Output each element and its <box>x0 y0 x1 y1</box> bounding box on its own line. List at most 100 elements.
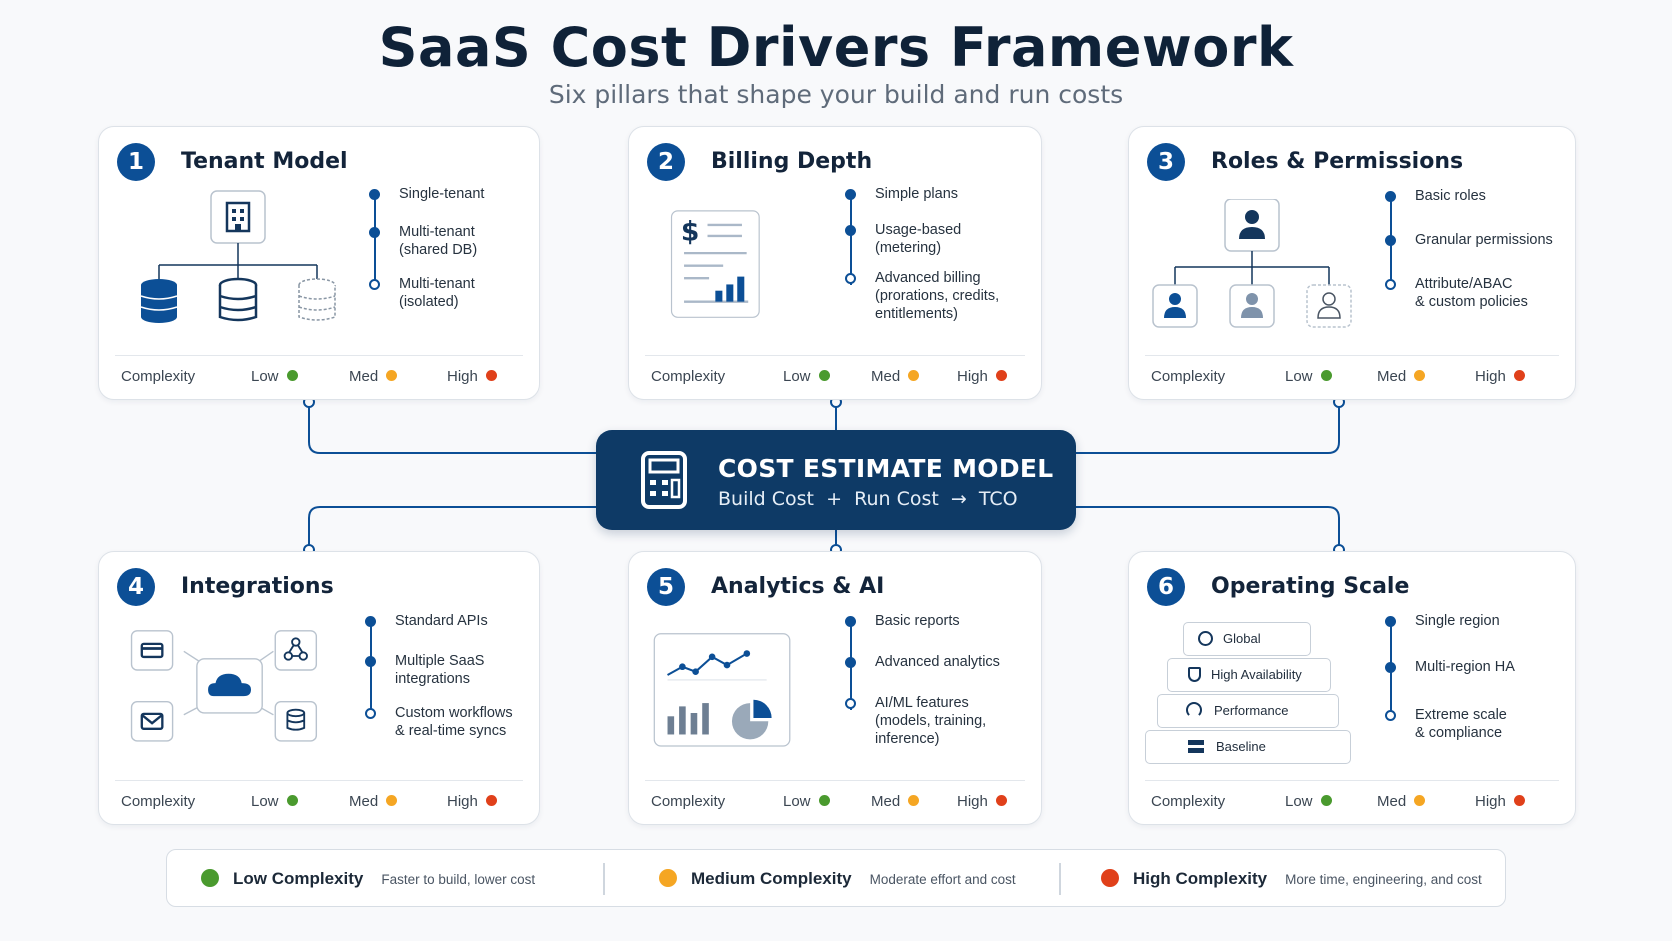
green-dot-icon <box>1320 370 1332 381</box>
legend-medium: Medium Complexity Moderate effort and cos… <box>659 850 1016 908</box>
bullet-dot <box>845 616 856 627</box>
orange-dot-icon <box>386 795 398 806</box>
bullet-dot <box>365 708 376 719</box>
bullet-item: Usage-based (metering) <box>845 221 961 257</box>
red-dot-icon <box>995 370 1007 381</box>
integrations-hub-icon <box>130 630 318 742</box>
card-title: Operating Scale <box>1211 574 1410 599</box>
complexity-footer: Complexity Low Med High <box>645 355 1025 399</box>
bullet-dot <box>369 227 380 238</box>
stack-baseline: Baseline <box>1145 730 1351 764</box>
server-icon <box>1188 740 1204 753</box>
bullet-dot <box>369 279 380 290</box>
bullet-item: Single region <box>1385 612 1500 630</box>
level-med: Med <box>1377 368 1426 385</box>
card-title: Tenant Model <box>181 149 348 174</box>
bullet-dot <box>1385 710 1396 721</box>
bullet-item: AI/ML features (models, training, infere… <box>845 694 986 748</box>
level-low: Low <box>251 793 298 810</box>
red-dot-icon <box>1513 795 1525 806</box>
red-dot-icon <box>1513 370 1525 381</box>
level-med: Med <box>349 368 398 385</box>
page-subtitle: Six pillars that shape your build and ru… <box>548 80 1124 109</box>
orange-dot-icon <box>908 795 920 806</box>
card-roles-permissions: 3 Roles & Permissions Basic roles Granul… <box>1128 126 1576 400</box>
bullet-dot <box>1385 616 1396 627</box>
center-formula: Build Cost + Run Cost → TCO <box>718 488 1018 510</box>
level-med: Med <box>349 793 398 810</box>
complexity-footer: Complexity Low Med High <box>115 780 523 824</box>
bullet-item: Custom workflows & real-time syncs <box>365 704 513 740</box>
card-number: 6 <box>1147 568 1185 606</box>
complexity-label: Complexity <box>651 793 726 810</box>
bullet-dot <box>1385 662 1396 673</box>
card-integrations: 4 Integrations Standard APIs Multiple Sa… <box>98 551 540 825</box>
bullet-dot <box>1385 235 1396 246</box>
card-analytics-ai: 5 Analytics & AI Basic reports Advanced … <box>628 551 1042 825</box>
card-tenant-model: 1 Tenant Model Single-tenant Multi-tenan… <box>98 126 540 400</box>
card-title: Roles & Permissions <box>1211 149 1464 174</box>
bullet-dot <box>845 273 856 284</box>
gauge-icon <box>1186 702 1202 718</box>
complexity-footer: Complexity Low Med High <box>645 780 1025 824</box>
complexity-footer: Complexity Low Med High <box>1145 780 1559 824</box>
stack-ha: High Availability <box>1167 658 1331 692</box>
legend-divider <box>603 863 605 895</box>
bullet-dot <box>1385 191 1396 202</box>
bullet-item: Multi-region HA <box>1385 658 1515 676</box>
green-dot-icon <box>286 370 298 381</box>
green-dot-icon <box>818 370 830 381</box>
level-med: Med <box>871 368 920 385</box>
card-number: 2 <box>647 143 685 181</box>
level-high: High <box>957 793 1007 810</box>
tenant-diagram-icon <box>140 190 336 323</box>
bullet-item: Advanced billing (prorations, credits, e… <box>845 269 999 323</box>
card-billing-depth: 2 Billing Depth $ Simple plans Usage-bas… <box>628 126 1042 400</box>
orange-dot-icon <box>659 869 677 887</box>
bullet-item: Basic reports <box>845 612 960 630</box>
level-low: Low <box>783 368 830 385</box>
roles-hierarchy-icon <box>1152 199 1352 328</box>
stack-global: Global <box>1183 622 1311 656</box>
orange-dot-icon <box>1414 795 1426 806</box>
svg-text:$: $ <box>681 217 700 248</box>
bullet-item: Standard APIs <box>365 612 488 630</box>
green-dot-icon <box>286 795 298 806</box>
green-dot-icon <box>201 869 219 887</box>
cost-estimate-model-box: COST ESTIMATE MODEL Build Cost + Run Cos… <box>596 430 1076 530</box>
bullet-dot <box>845 189 856 200</box>
level-high: High <box>957 368 1007 385</box>
center-title: COST ESTIMATE MODEL <box>718 454 1054 483</box>
bullet-item: Simple plans <box>845 185 958 203</box>
legend-low: Low Complexity Faster to build, lower cos… <box>201 850 535 908</box>
level-high: High <box>447 368 497 385</box>
level-high: High <box>1475 793 1525 810</box>
bullet-item: Attribute/ABAC & custom policies <box>1385 275 1528 311</box>
bullet-dot <box>845 698 856 709</box>
bullet-dot <box>365 656 376 667</box>
card-title: Billing Depth <box>711 149 873 174</box>
level-high: High <box>447 793 497 810</box>
card-operating-scale: 6 Operating Scale Global High Availabili… <box>1128 551 1576 825</box>
complexity-label: Complexity <box>1151 793 1226 810</box>
globe-icon <box>1198 631 1213 646</box>
bullet-item: Multi-tenant (isolated) <box>369 275 475 311</box>
bullet-item: Advanced analytics <box>845 653 1000 671</box>
bullet-dot <box>1385 279 1396 290</box>
card-number: 1 <box>117 143 155 181</box>
bullet-item: Multi-tenant (shared DB) <box>369 223 477 259</box>
calculator-icon <box>641 451 687 509</box>
bullet-dot <box>845 657 856 668</box>
card-number: 4 <box>117 568 155 606</box>
level-med: Med <box>1377 793 1426 810</box>
level-high: High <box>1475 368 1525 385</box>
card-title: Integrations <box>181 574 334 599</box>
level-low: Low <box>251 368 298 385</box>
legend-high: High Complexity More time, engineering, a… <box>1101 850 1482 908</box>
analytics-dashboard-icon <box>653 633 791 747</box>
bullet-item: Single-tenant <box>369 185 484 203</box>
stack-performance: Performance <box>1157 694 1339 728</box>
complexity-legend: Low Complexity Faster to build, lower cos… <box>166 849 1506 907</box>
complexity-label: Complexity <box>651 368 726 385</box>
shield-icon <box>1188 667 1201 682</box>
